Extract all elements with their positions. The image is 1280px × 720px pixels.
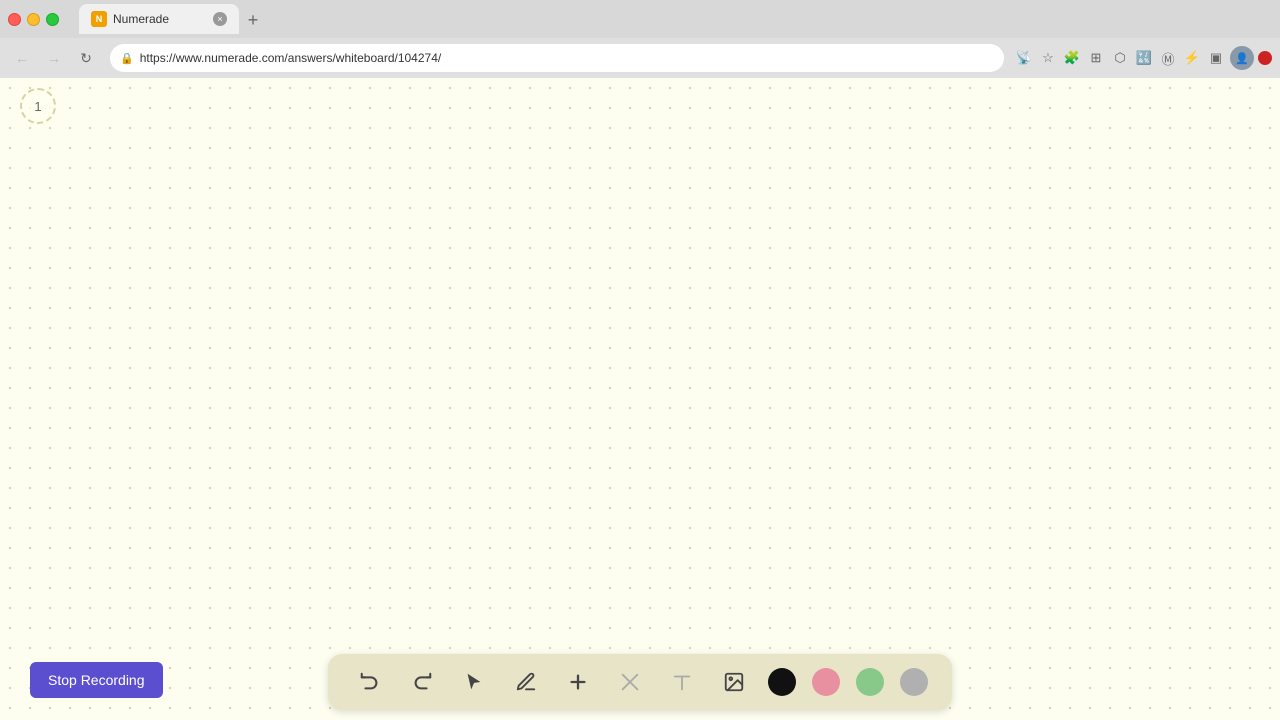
minimize-window-button[interactable] (27, 13, 40, 26)
color-black-button[interactable] (768, 668, 796, 696)
text-tool-button[interactable] (664, 664, 700, 700)
maximize-window-button[interactable] (46, 13, 59, 26)
whiteboard-canvas[interactable] (0, 78, 1280, 720)
url-text: https://www.numerade.com/answers/whitebo… (140, 51, 442, 65)
lock-icon: 🔒 (120, 52, 134, 65)
share-icon[interactable]: ⬡ (1110, 48, 1130, 68)
close-window-button[interactable] (8, 13, 21, 26)
ext4-icon[interactable]: ⚡ (1182, 48, 1202, 68)
add-button[interactable] (560, 664, 596, 700)
bookmark-icon[interactable]: ☆ (1038, 48, 1058, 68)
image-tool-button[interactable] (716, 664, 752, 700)
pen-tool-button[interactable] (508, 664, 544, 700)
image-icon (723, 671, 745, 693)
undo-icon (359, 671, 381, 693)
browser-chrome: N Numerade × + ← → ↻ 🔒 https://www.numer… (0, 0, 1280, 78)
page-indicator: 1 (20, 88, 56, 124)
eraser-tool-button[interactable] (612, 664, 648, 700)
cursor-icon (463, 671, 485, 693)
select-tool-button[interactable] (456, 664, 492, 700)
new-tab-button[interactable]: + (239, 6, 267, 34)
cast-icon[interactable]: 📡 (1014, 48, 1034, 68)
active-tab[interactable]: N Numerade × (79, 4, 239, 34)
bottom-toolbar (328, 654, 952, 710)
color-gray-button[interactable] (900, 668, 928, 696)
stop-recording-button[interactable]: Stop Recording (30, 662, 163, 698)
ext3-icon[interactable]: Ⓜ (1158, 48, 1178, 68)
tab-title: Numerade (113, 12, 169, 26)
red-indicator (1258, 51, 1272, 65)
redo-button[interactable] (404, 664, 440, 700)
tab-close-button[interactable]: × (213, 12, 227, 26)
eraser-icon (619, 671, 641, 693)
redo-icon (411, 671, 433, 693)
tab-favicon: N (91, 11, 107, 27)
sidebar-toggle-icon[interactable]: ▣ (1206, 48, 1226, 68)
user-avatar[interactable]: 👤 (1230, 46, 1254, 70)
tab-bar: N Numerade × + (79, 4, 1272, 34)
ext2-icon[interactable]: 🔣 (1134, 48, 1154, 68)
traffic-lights (8, 13, 59, 26)
reload-button[interactable]: ↻ (72, 44, 100, 72)
title-bar: N Numerade × + (0, 0, 1280, 38)
page-number: 1 (34, 99, 41, 114)
forward-button[interactable]: → (40, 44, 68, 72)
toolbar-actions: 📡 ☆ 🧩 ⊞ ⬡ 🔣 Ⓜ ⚡ ▣ 👤 (1014, 46, 1272, 70)
color-green-button[interactable] (856, 668, 884, 696)
address-bar[interactable]: 🔒 https://www.numerade.com/answers/white… (110, 44, 1004, 72)
undo-button[interactable] (352, 664, 388, 700)
whiteboard-container[interactable]: 1 Stop Recording (0, 78, 1280, 720)
plus-icon (567, 671, 589, 693)
extensions-icon[interactable]: 🧩 (1062, 48, 1082, 68)
color-pink-button[interactable] (812, 668, 840, 696)
nav-toolbar: ← → ↻ 🔒 https://www.numerade.com/answers… (0, 38, 1280, 78)
pen-icon (515, 671, 537, 693)
back-button[interactable]: ← (8, 44, 36, 72)
grid-icon[interactable]: ⊞ (1086, 48, 1106, 68)
text-icon (671, 671, 693, 693)
